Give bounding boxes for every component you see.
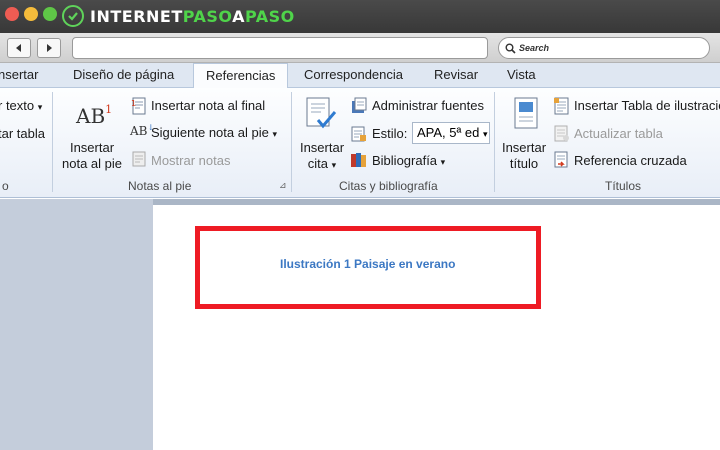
insert-table-of-figures-icon: [553, 97, 571, 120]
footnotes-group-label: Notas al pie: [128, 179, 192, 193]
close-window-button[interactable]: [5, 7, 19, 21]
search-input[interactable]: Search: [498, 37, 710, 59]
update-table-button[interactable]: tar tabla: [0, 126, 45, 141]
citations-group-label: Citas y bibliografía: [339, 179, 438, 193]
citation-style-dropdown[interactable]: APA, 5ª ed ▾: [412, 122, 490, 144]
group-divider: [494, 92, 495, 192]
maximize-window-button[interactable]: [43, 7, 57, 21]
insert-endnote-button[interactable]: Insertar nota al final: [151, 98, 265, 113]
tab-vista[interactable]: Vista: [507, 67, 536, 82]
bibliography-icon: [350, 151, 368, 174]
style-label: Estilo:: [372, 126, 408, 141]
minimize-window-button[interactable]: [24, 7, 38, 21]
dialog-launcher-icon[interactable]: ⊿: [279, 180, 287, 191]
ribbon-panel: r texto ▾ tar tabla o AB1 Insertar nota …: [0, 88, 720, 198]
cross-reference-icon: [553, 151, 571, 174]
manage-sources-icon: [350, 97, 368, 120]
arrow-left-icon: [16, 44, 21, 52]
update-table-icon: [553, 125, 571, 148]
search-placeholder: Search: [519, 43, 550, 53]
style-icon: [350, 125, 368, 148]
insert-citation-icon: [304, 96, 338, 137]
search-icon: [505, 43, 516, 54]
next-footnote-button[interactable]: Siguiente nota al pie ▾: [151, 125, 277, 140]
address-bar[interactable]: [72, 37, 488, 59]
add-text-button[interactable]: r texto ▾: [0, 98, 42, 113]
cross-reference-button[interactable]: Referencia cruzada: [574, 153, 687, 168]
tab-insertar[interactable]: nsertar: [0, 67, 38, 82]
tab-referencias[interactable]: Referencias: [193, 63, 289, 89]
insert-caption-button[interactable]: Insertar título: [500, 140, 548, 172]
tab-diseno-de-pagina[interactable]: Diseño de página: [73, 67, 174, 82]
show-notes-icon: [131, 151, 147, 172]
document-margin-area: [0, 199, 153, 450]
forward-button[interactable]: [37, 38, 61, 58]
insert-citation-button[interactable]: Insertar cita ▾: [294, 140, 350, 173]
update-table-button[interactable]: Actualizar tabla: [574, 126, 663, 141]
insert-table-of-figures-button[interactable]: Insertar Tabla de ilustracio: [574, 98, 720, 113]
browser-toolbar: Search: [0, 33, 720, 63]
tab-correspondencia[interactable]: Correspondencia: [304, 67, 403, 82]
insert-caption-icon: [512, 96, 540, 137]
browser-titlebar: INTERNETPASOAPASO: [0, 0, 720, 33]
bibliography-button[interactable]: Bibliografía ▾: [372, 153, 445, 168]
tab-revisar[interactable]: Revisar: [434, 67, 478, 82]
logo-text: INTERNETPASOAPASO: [90, 6, 295, 26]
captions-group-label: Títulos: [605, 179, 642, 193]
ribbon-tab-bar: nsertar Diseño de página Referencias Cor…: [0, 63, 720, 89]
group-divider: [52, 92, 53, 192]
back-button[interactable]: [7, 38, 31, 58]
toc-group-label: o: [2, 179, 9, 193]
insert-endnote-icon: 1: [130, 97, 148, 120]
group-divider: [291, 92, 292, 192]
logo-icon: [62, 5, 84, 27]
insert-footnote-button[interactable]: Insertar nota al pie: [58, 140, 126, 172]
highlight-box: [195, 226, 541, 309]
insert-footnote-icon: AB1: [76, 103, 113, 128]
show-notes-button[interactable]: Mostrar notas: [151, 153, 230, 168]
site-logo: INTERNETPASOAPASO: [62, 4, 295, 28]
manage-sources-button[interactable]: Administrar fuentes: [372, 98, 484, 113]
arrow-right-icon: [47, 44, 52, 52]
svg-text:1: 1: [131, 99, 136, 108]
